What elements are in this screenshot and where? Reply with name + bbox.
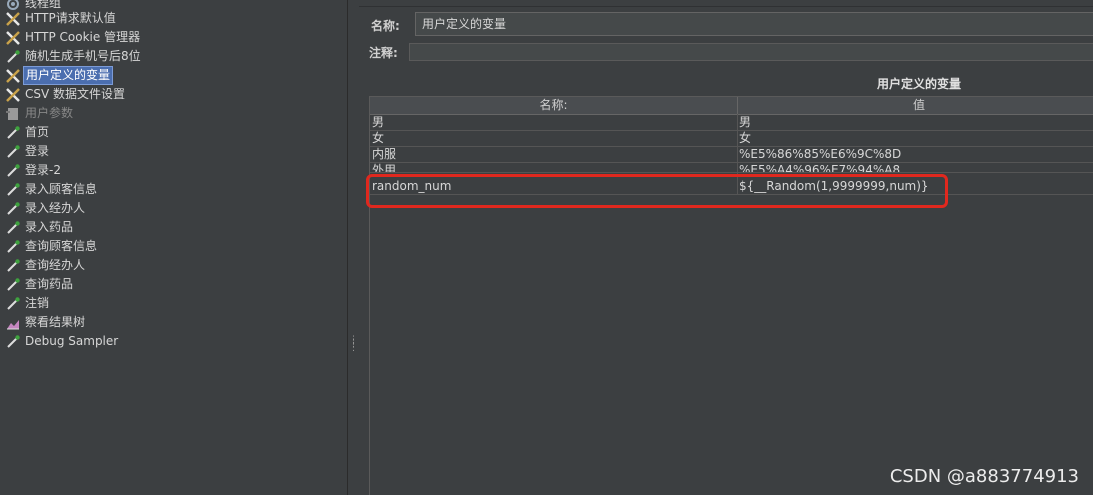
page-icon <box>3 104 23 123</box>
splitter-grip-icon[interactable]: ⋮ ⋮ ⋮ <box>349 336 358 356</box>
name-label: 名称: <box>371 19 400 33</box>
tree-item-login-2[interactable]: 登录-2 <box>0 161 63 180</box>
tree-item-label: 用户定义的变量 <box>23 66 114 85</box>
tree-item-label: 察看结果树 <box>25 315 86 329</box>
tree-item-label: 注销 <box>25 296 50 310</box>
row-value: 男 <box>739 115 752 129</box>
wrench-icon <box>3 66 23 85</box>
table-row[interactable]: 女 女 <box>370 130 1093 147</box>
tree-item-label: Debug Sampler <box>25 334 119 348</box>
tree-item-csv-data[interactable]: CSV 数据文件设置 <box>0 85 127 104</box>
tree-item-label: 录入经办人 <box>25 201 86 215</box>
name-field[interactable]: 用户定义的变量 <box>415 12 1093 36</box>
tree-item-add-drug[interactable]: 录入药品 <box>0 218 75 237</box>
tree-item-view-results-tree[interactable]: 察看结果树 <box>0 313 87 332</box>
tree-item-add-customer[interactable]: 录入顾客信息 <box>0 180 99 199</box>
pipette-icon <box>3 294 23 313</box>
tree-item-label: 登录 <box>25 144 50 158</box>
table-row[interactable]: 男 男 <box>370 114 1093 131</box>
pipette-icon <box>3 237 23 256</box>
tree-item-logout[interactable]: 注销 <box>0 294 51 313</box>
row-name: 女 <box>372 131 385 145</box>
pipette-icon <box>3 161 23 180</box>
tree-item-cookie-manager[interactable]: HTTP Cookie 管理器 <box>0 28 142 47</box>
tree-item-query-handler[interactable]: 查询经办人 <box>0 256 87 275</box>
test-plan-tree: 线程组 HTTP请求默认值 HTTP Cookie 管理器 随机生成手机号后8位… <box>0 0 347 495</box>
wrench-icon <box>3 28 23 47</box>
table-title: 用户定义的变量 <box>876 77 961 91</box>
comment-field[interactable] <box>409 43 1093 61</box>
tree-item-label: HTTP Cookie 管理器 <box>25 30 141 44</box>
editor-panel: 名称: 用户定义的变量 注释: 用户定义的变量 名称: 值 男 男 女 女 内服… <box>359 0 1093 495</box>
row-value: 女 <box>739 131 752 145</box>
tree-item-label: 查询顾客信息 <box>25 239 98 253</box>
tree-item-label: 登录-2 <box>25 163 61 177</box>
tree-item-debug-sampler[interactable]: Debug Sampler <box>0 332 120 351</box>
tree-item-label: 用户参数 <box>25 106 74 120</box>
tree-item-label: 录入药品 <box>25 220 74 234</box>
tree-item-label: CSV 数据文件设置 <box>25 87 126 101</box>
pipette-icon <box>3 275 23 294</box>
pipette-icon <box>3 256 23 275</box>
table-header: 名称: 值 <box>370 97 1093 115</box>
tree-item-user-defined-vars[interactable]: 用户定义的变量 <box>0 66 114 85</box>
chart-icon <box>3 313 23 332</box>
tree-item-query-customer[interactable]: 查询顾客信息 <box>0 237 99 256</box>
tree-item-home[interactable]: 首页 <box>0 123 51 142</box>
pipette-icon <box>3 199 23 218</box>
column-header-value[interactable]: 值 <box>738 97 1093 114</box>
tree-item-random-phone[interactable]: 随机生成手机号后8位 <box>0 47 143 66</box>
variables-table: 名称: 值 男 男 女 女 内服 %E5%86%85%E6%9C%8D 外用 %… <box>369 96 1093 495</box>
tree-item-label: 查询药品 <box>25 277 74 291</box>
title-separator <box>359 6 1093 7</box>
annotation-highlight-box <box>366 174 948 208</box>
pipette-icon <box>3 142 23 161</box>
pipette-icon <box>3 180 23 199</box>
tree-item-query-drug[interactable]: 查询药品 <box>0 275 75 294</box>
wrench-icon <box>3 9 23 28</box>
tree-item-http-defaults[interactable]: HTTP请求默认值 <box>0 9 118 28</box>
tree-item-user-params[interactable]: 用户参数 <box>0 104 75 123</box>
tree-item-add-handler[interactable]: 录入经办人 <box>0 199 87 218</box>
pipette-icon <box>3 218 23 237</box>
pipette-icon <box>3 47 23 66</box>
comment-label: 注释: <box>369 46 398 60</box>
row-name: 外用 <box>372 163 397 173</box>
tree-item-login[interactable]: 登录 <box>0 142 51 161</box>
tree-item-label: 随机生成手机号后8位 <box>25 49 141 63</box>
tree-item-label: 查询经办人 <box>25 258 86 272</box>
table-row[interactable]: 外用 %E5%A4%96%E7%94%A8 <box>370 162 1093 173</box>
table-row[interactable]: 内服 %E5%86%85%E6%9C%8D <box>370 146 1093 163</box>
tree-item-label: HTTP请求默认值 <box>25 11 116 25</box>
watermark: CSDN @a883774913 <box>889 466 1079 487</box>
tree-item-label: 录入顾客信息 <box>25 182 98 196</box>
row-name: 男 <box>372 115 385 129</box>
row-value: %E5%A4%96%E7%94%A8 <box>739 163 901 173</box>
row-name: 内服 <box>372 147 397 161</box>
pipette-icon <box>3 332 23 351</box>
pipette-icon <box>3 123 23 142</box>
tree-item-label: 首页 <box>25 125 50 139</box>
row-value: %E5%86%85%E6%9C%8D <box>739 147 902 161</box>
wrench-icon <box>3 85 23 104</box>
column-header-name[interactable]: 名称: <box>370 97 738 114</box>
